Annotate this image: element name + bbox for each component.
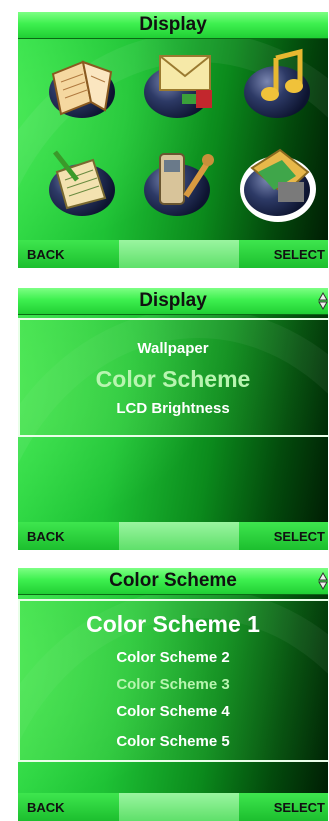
scroll-arrows-icon[interactable] (318, 291, 328, 311)
menu-item-wallpaper[interactable]: Wallpaper (18, 340, 328, 357)
back-softkey[interactable]: BACK (18, 522, 119, 550)
media-icon[interactable] (238, 142, 318, 222)
title-bar: Color Scheme (18, 568, 328, 595)
notes-icon[interactable] (43, 142, 123, 222)
softkey-bar: BACK SELECT (18, 522, 328, 550)
display-menu-screen: Display BACK SELECT (18, 12, 328, 268)
softkey-bar: BACK SELECT (18, 240, 328, 268)
screen-title: Display (139, 14, 207, 35)
scroll-arrows-icon[interactable] (318, 571, 328, 591)
mail-icon[interactable] (138, 44, 218, 124)
center-softkey[interactable] (119, 522, 239, 550)
display-list-screen: Display Wallpaper Color Scheme LCD Brigh… (18, 288, 328, 550)
center-softkey[interactable] (119, 793, 239, 821)
select-softkey[interactable]: SELECT (239, 793, 328, 821)
menu-item-color-scheme-5[interactable]: Color Scheme 5 (18, 733, 328, 750)
select-softkey[interactable]: SELECT (239, 240, 328, 268)
screen-title: Color Scheme (109, 570, 237, 591)
menu-item-color-scheme-1[interactable]: Color Scheme 1 (18, 611, 328, 638)
menu-list: Color Scheme 1 Color Scheme 2 Color Sche… (18, 599, 328, 762)
book-icon[interactable] (43, 44, 123, 124)
menu-item-color-scheme-4[interactable]: Color Scheme 4 (18, 703, 328, 720)
screen-title: Display (139, 290, 207, 311)
menu-item-color-scheme[interactable]: Color Scheme (18, 366, 328, 393)
menu-item-lcd-brightness[interactable]: LCD Brightness (18, 400, 328, 417)
back-softkey[interactable]: BACK (18, 793, 119, 821)
menu-item-color-scheme-3[interactable]: Color Scheme 3 (18, 676, 328, 693)
back-softkey[interactable]: BACK (18, 240, 119, 268)
title-bar: Display (18, 288, 328, 315)
menu-list: Wallpaper Color Scheme LCD Brightness (18, 318, 328, 437)
softkey-bar: BACK SELECT (18, 793, 328, 821)
music-icon[interactable] (238, 44, 318, 124)
title-bar: Display (18, 12, 328, 39)
color-scheme-screen: Color Scheme Color Scheme 1 Color Scheme… (18, 568, 328, 821)
center-softkey[interactable] (119, 240, 239, 268)
select-softkey[interactable]: SELECT (239, 522, 328, 550)
menu-item-color-scheme-2[interactable]: Color Scheme 2 (18, 649, 328, 666)
phone-tools-icon[interactable] (138, 142, 218, 222)
